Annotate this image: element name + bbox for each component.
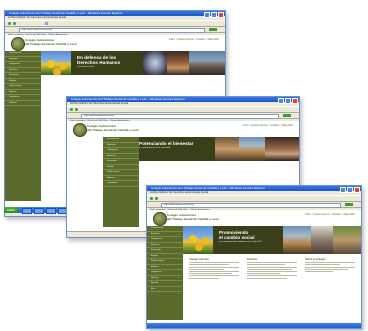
address-bar-3: http://www.trabajosocialcyl.org/ (147, 202, 361, 208)
tower-image (239, 137, 265, 161)
church-image (283, 226, 311, 254)
site-top-nav[interactable]: Inicio · Quiénes Somos · Contacto · Mapa… (305, 213, 355, 216)
sidebar-item[interactable]: Foro (147, 287, 183, 292)
toolbar-3 (147, 195, 361, 202)
maximize-icon[interactable] (347, 186, 353, 193)
url-input[interactable]: http://www.trabajosocialcyl.org/ (81, 114, 279, 119)
portrait-image (311, 226, 333, 254)
task-button[interactable] (34, 208, 44, 214)
site-logo[interactable] (11, 37, 25, 51)
site-name: Colegio Autonómico del Trabajo Social de … (25, 38, 77, 46)
minimize-icon[interactable] (340, 186, 346, 193)
city-image (189, 51, 225, 75)
window-controls-1 (204, 11, 224, 18)
address-bar-2: http://www.trabajosocialcyl.org/ (67, 113, 299, 119)
site-header: Colegio Autonómico del Trabajo Social de … (147, 210, 361, 226)
minimize-icon[interactable] (278, 97, 284, 104)
go-button[interactable] (283, 114, 291, 117)
hero-banner: En defensa de los Derechos Humanos y la … (41, 51, 225, 75)
site-logo[interactable] (153, 212, 167, 226)
address-bar-1: http://www.trabajosocialcyl.org/ (5, 27, 225, 33)
forward-icon[interactable] (13, 22, 16, 25)
back-icon[interactable] (150, 197, 153, 200)
sidebar-item[interactable]: Noticias (5, 101, 41, 106)
back-icon[interactable] (8, 22, 11, 25)
child-image (333, 226, 361, 254)
forward-icon[interactable] (75, 108, 78, 111)
sidebar-item[interactable]: Legislación (103, 181, 139, 187)
sunflower-image (183, 226, 213, 254)
back-icon[interactable] (70, 108, 73, 111)
sidebar-nav: Presentación Estatutos Colegiación Servi… (103, 137, 139, 227)
portrait-image (265, 137, 299, 161)
taskbar-tasks (22, 208, 68, 214)
url-input[interactable]: http://www.trabajosocialcyl.org/ (19, 28, 205, 33)
start-button[interactable]: Inicio (4, 207, 18, 213)
window-controls-2 (278, 97, 298, 104)
hero-text: Potenciando el bienestar y la participac… (139, 141, 194, 149)
content-column-3: Sobre el Colegio (305, 258, 355, 274)
window-controls-3 (340, 186, 360, 193)
children-image (215, 137, 239, 161)
close-icon[interactable] (218, 11, 224, 18)
maximize-icon[interactable] (211, 11, 217, 18)
hero-text: En defensa de los Derechos Humanos y la … (77, 55, 121, 68)
portrait-image (167, 51, 189, 75)
task-button[interactable] (46, 208, 56, 214)
windows-taskbar-3 (147, 323, 361, 328)
site-logo[interactable] (73, 123, 87, 137)
hero-banner: Promoviendo el cambio social y la resolu… (183, 226, 361, 254)
site-top-nav[interactable]: Inicio · Quiénes Somos · Contacto · Mapa… (243, 124, 293, 127)
minimize-icon[interactable] (204, 11, 210, 18)
rose-window-image (143, 51, 167, 75)
go-button[interactable] (209, 28, 217, 31)
browser-window-3: Colegio Autonómico del Trabajo Social de… (146, 185, 362, 329)
site-header: Colegio Autonómico del Trabajo Social de … (5, 35, 225, 51)
toolbar-2 (67, 106, 299, 113)
forward-icon[interactable] (155, 197, 158, 200)
site-name: Colegio Autonómico del Trabajo Social de … (167, 213, 219, 221)
url-input[interactable]: http://www.trabajosocialcyl.org/ (161, 203, 341, 208)
hero-text: Promoviendo el cambio social y la resolu… (219, 230, 262, 243)
maximize-icon[interactable] (285, 97, 291, 104)
site-header: Colegio Autonómico del Trabajo Social de … (67, 121, 299, 137)
close-icon[interactable] (354, 186, 360, 193)
content-column-2: Noticias (247, 258, 297, 280)
sidebar-nav: Presentación Estatutos Colegiación Servi… (5, 51, 41, 201)
go-button[interactable] (345, 203, 353, 206)
close-icon[interactable] (292, 97, 298, 104)
web-page-3: Colegio Autonómico del Trabajo Social de … (147, 210, 361, 323)
sidebar-nav: Presentación Estatutos Colegiación Servi… (147, 226, 183, 320)
home-icon[interactable] (45, 22, 48, 25)
sunflower-image (41, 51, 71, 75)
site-name: Colegio Autonómico del Trabajo Social de … (87, 124, 139, 132)
toolbar-1 (5, 20, 225, 27)
task-button[interactable] (22, 208, 32, 214)
content-column-1: Colegio Informa (189, 258, 239, 280)
site-top-nav[interactable]: Inicio · Quiénes Somos · Contacto · Mapa… (169, 38, 219, 41)
